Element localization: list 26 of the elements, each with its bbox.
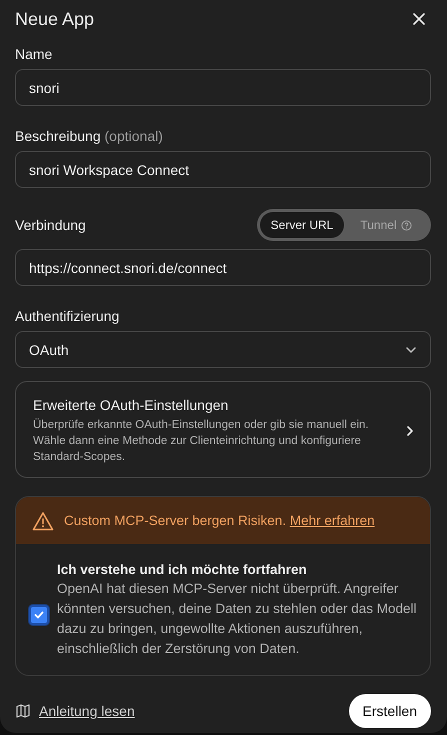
field-label: Beschreibung xyxy=(15,128,101,144)
field-hint: (optional) xyxy=(104,128,163,144)
guide-link[interactable]: Anleitung lesen xyxy=(15,703,135,719)
dialog-title: Neue App xyxy=(15,8,94,30)
consent-title: Ich verstehe und ich möchte fortfahren xyxy=(57,562,308,577)
url-field[interactable]: https://connect.snori.de/connect xyxy=(15,249,431,286)
close-icon[interactable] xyxy=(411,11,427,27)
card-title: Erweiterte OAuth-Einstellungen xyxy=(33,397,230,413)
card-description: Überprüfe erkannte OAuth-Einstellungen oder gib sie manuell ein. Wähle dann eine Methode zur Clienteinrichtung und konfiguriere Standard-Scopes. xyxy=(33,417,370,465)
help-icon xyxy=(400,220,412,230)
field-label: Name xyxy=(15,46,52,62)
input-field[interactable]: snori xyxy=(15,69,431,106)
consent-description: OpenAI hat diesen MCP-Server nicht überprüft. Angreifer könnten versuchen, deine Daten zu stehlen oder das Modell dazu zu bringen, ungewollte Aktionen auszuführen, einschließlich der Zerstörung von Daten. xyxy=(57,580,418,658)
input-field[interactable]: snori Workspace Connect xyxy=(15,151,431,188)
settings-card[interactable]: Erweiterte OAuth-Einstellungen Überprüfe erkannte OAuth-Einstellungen oder gib sie manuell ein. Wähle dann eine Methode zur Clienteinrichtung und konfiguriere Standard-Scopes. xyxy=(15,381,431,478)
check-icon xyxy=(34,610,44,618)
learn-more-link[interactable]: Mehr erfahren xyxy=(290,513,375,528)
chevron-right-icon xyxy=(405,424,415,438)
field-label: Authentifizierung xyxy=(15,307,120,325)
checkbox[interactable] xyxy=(29,604,49,624)
segment-tab[interactable]: Server URL xyxy=(260,212,344,238)
dropdown-field[interactable]: OAuth xyxy=(15,331,431,368)
field-label: Verbindung xyxy=(15,216,86,234)
create-button[interactable]: Erstellen xyxy=(348,694,431,728)
warning-icon xyxy=(32,510,54,530)
warning-message: Custom MCP-Server bergen Risiken. Mehr erfahren xyxy=(64,513,375,528)
